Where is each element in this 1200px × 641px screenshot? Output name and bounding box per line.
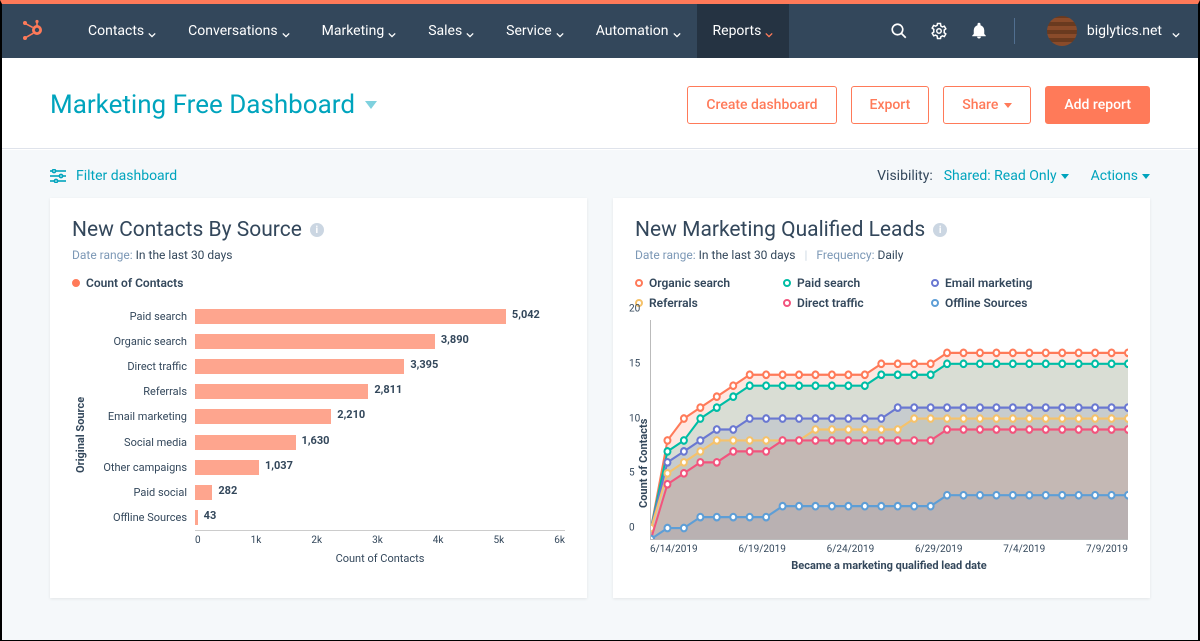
add-report-button[interactable]: Add report <box>1045 86 1150 124</box>
nav-item-reports[interactable]: Reports <box>697 4 790 58</box>
filter-label: Filter dashboard <box>76 168 177 184</box>
bar-row: Direct traffic3,395 <box>89 356 565 378</box>
y-tick: 0 <box>629 523 635 534</box>
bar-category: Social media <box>89 436 195 449</box>
caret-down-icon <box>365 101 377 109</box>
bar-legend: Count of Contacts <box>72 276 565 290</box>
chevron-down-icon <box>466 27 474 35</box>
bar-row: Email marketing2,210 <box>89 406 565 428</box>
nav-item-automation[interactable]: Automation <box>580 4 697 58</box>
chevron-down-icon <box>148 27 156 35</box>
bar-category: Email marketing <box>89 410 195 423</box>
avatar-icon <box>1047 16 1077 46</box>
bar-category: Direct traffic <box>89 360 195 373</box>
filter-icon <box>50 169 66 183</box>
report-card-new-contacts: New Contacts By Source i Date range: In … <box>50 198 587 598</box>
visibility-control: Visibility: Shared: Read Only <box>877 168 1068 184</box>
search-icon[interactable] <box>890 22 908 40</box>
legend-item: Email marketing <box>931 276 1051 290</box>
y-tick: 15 <box>629 358 640 369</box>
share-button[interactable]: Share <box>943 86 1031 124</box>
chevron-down-icon <box>1172 27 1180 35</box>
y-tick: 20 <box>629 304 640 315</box>
nav-item-marketing[interactable]: Marketing <box>306 4 413 58</box>
legend-item: Offline Sources <box>931 296 1051 310</box>
filter-dashboard-button[interactable]: Filter dashboard <box>50 168 177 184</box>
bar-row: Offline Sources43 <box>89 506 565 528</box>
nav-utility-icons: biglytics.net <box>890 16 1180 46</box>
bar-row: Referrals2,811 <box>89 381 565 403</box>
hubspot-logo-icon[interactable] <box>20 19 44 43</box>
caret-down-icon <box>1004 103 1012 108</box>
account-name: biglytics.net <box>1087 23 1162 39</box>
nav-item-service[interactable]: Service <box>490 4 580 58</box>
bar-x-label: Count of Contacts <box>195 552 565 565</box>
header-actions: Create dashboard Export Share Add report <box>687 86 1150 124</box>
line-chart: Count of Contacts 05101520 6/14/20196/19… <box>635 320 1128 578</box>
bar-row: Social media1,630 <box>89 431 565 453</box>
visibility-dropdown[interactable]: Shared: Read Only <box>936 168 1068 184</box>
chevron-down-icon <box>556 27 564 35</box>
notifications-icon[interactable] <box>970 22 988 40</box>
export-button[interactable]: Export <box>851 86 930 124</box>
chevron-down-icon <box>673 27 681 35</box>
y-tick: 10 <box>629 413 640 424</box>
bar-category: Other campaigns <box>89 461 195 474</box>
top-nav: ContactsConversationsMarketingSalesServi… <box>2 4 1198 58</box>
info-icon[interactable]: i <box>310 223 324 237</box>
legend-item: Referrals <box>635 296 755 310</box>
card-title: New Marketing Qualified Leads i <box>635 218 1128 242</box>
settings-icon[interactable] <box>930 22 948 40</box>
dashboard-title-dropdown[interactable]: Marketing Free Dashboard <box>50 90 377 120</box>
bar-y-label: Original Source <box>72 300 89 570</box>
nav-item-conversations[interactable]: Conversations <box>172 4 305 58</box>
chevron-down-icon <box>282 27 290 35</box>
legend-item: Direct traffic <box>783 296 903 310</box>
chevron-down-icon <box>765 27 773 35</box>
actions-dropdown[interactable]: Actions <box>1091 168 1150 184</box>
bar-category: Paid search <box>89 310 195 323</box>
create-dashboard-button[interactable]: Create dashboard <box>687 86 836 124</box>
caret-down-icon <box>1142 174 1150 179</box>
dashboard-title: Marketing Free Dashboard <box>50 90 355 120</box>
caret-down-icon <box>1061 174 1069 179</box>
nav-menu: ContactsConversationsMarketingSalesServi… <box>72 4 789 58</box>
filter-bar: Filter dashboard Visibility: Shared: Rea… <box>2 150 1198 198</box>
bar-chart: Original Source Paid search5,042 Organic … <box>72 300 565 570</box>
bar-row: Organic search3,890 <box>89 331 565 353</box>
chevron-down-icon <box>388 27 396 35</box>
nav-item-sales[interactable]: Sales <box>412 4 490 58</box>
bar-category: Paid social <box>89 486 195 499</box>
legend-item: Organic search <box>635 276 755 290</box>
divider <box>1014 18 1015 44</box>
content-area: Filter dashboard Visibility: Shared: Rea… <box>2 149 1198 640</box>
y-tick: 5 <box>629 468 635 479</box>
bar-category: Offline Sources <box>89 511 195 524</box>
line-legend: Organic search Paid search Email marketing… <box>635 276 1128 310</box>
bar-row: Paid search5,042 <box>89 306 565 328</box>
legend-item: Paid search <box>783 276 903 290</box>
info-icon[interactable]: i <box>933 223 947 237</box>
bar-row: Other campaigns1,037 <box>89 456 565 478</box>
card-meta: Date range: In the last 30 days | Freque… <box>635 248 1128 262</box>
bar-row: Paid social282 <box>89 481 565 503</box>
nav-item-contacts[interactable]: Contacts <box>72 4 172 58</box>
account-menu[interactable]: biglytics.net <box>1047 16 1180 46</box>
line-x-label: Became a marketing qualified lead date <box>650 559 1128 572</box>
bar-category: Organic search <box>89 335 195 348</box>
report-card-mqls: New Marketing Qualified Leads i Date ran… <box>613 198 1150 598</box>
card-meta: Date range: In the last 30 days <box>72 248 565 262</box>
page-header: Marketing Free Dashboard Create dashboar… <box>2 58 1198 149</box>
bar-category: Referrals <box>89 385 195 398</box>
card-title: New Contacts By Source i <box>72 218 565 242</box>
